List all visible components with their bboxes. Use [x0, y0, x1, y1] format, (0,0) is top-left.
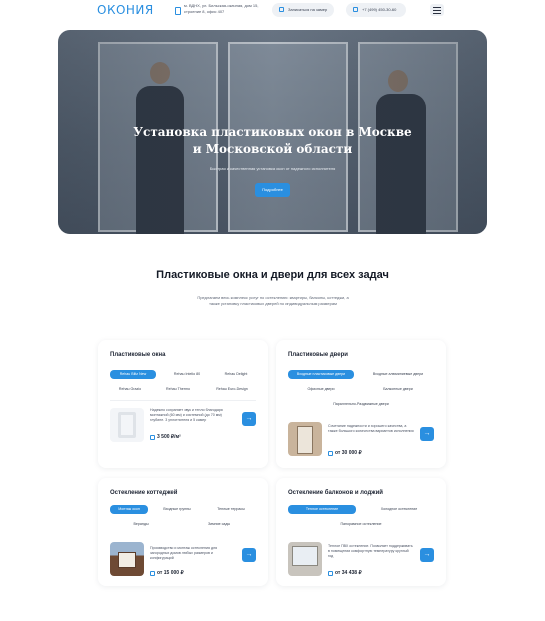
card-balcony-glazing: Остекление балконов и лоджий Теплое осте… [276, 478, 446, 586]
card-description: Сочетание надежности и хорошего качества… [328, 424, 414, 433]
chip-window-installation[interactable]: Монтаж окон [110, 505, 148, 514]
hero-title: Установка пластиковых окон в Москве и Мо… [58, 124, 487, 158]
chip-entrance-groups[interactable]: Входные группы [154, 505, 200, 514]
card-cottage-glazing: Остекление коттеджей Монтаж окон Входные… [98, 478, 268, 586]
card-arrow-button[interactable]: → [420, 548, 434, 562]
hero-title-line-1: Установка пластиковых окон в Москве [133, 125, 412, 139]
card-plastic-windows: Пластиковые окна Rehau Blitz New Rehau I… [98, 340, 268, 468]
chip-rehau-delight[interactable]: Rehau Delight [216, 370, 256, 379]
logo[interactable]: ОКОНИЯ [97, 3, 154, 17]
menu-icon-bar [433, 13, 441, 14]
chip-verandas[interactable]: Веранды [124, 520, 158, 529]
chip-rehau-blitz[interactable]: Rehau Blitz New [110, 370, 156, 379]
callback-button[interactable]: Записаться на замер [272, 3, 334, 17]
card-title: Остекление балконов и лоджий [288, 490, 383, 496]
card-arrow-button[interactable]: → [420, 427, 434, 441]
phone-button[interactable]: +7 (499) 450-30-60 [346, 3, 406, 17]
chip-cold-glazing[interactable]: Холодное остекление [364, 505, 434, 514]
cottage-image [110, 542, 144, 576]
card-title: Пластиковые двери [288, 352, 348, 358]
hero-subtitle: Быстрая и качественная установка окон от… [209, 166, 336, 171]
chip-balcony-doors[interactable]: Балконные двери [372, 385, 424, 394]
callback-label: Записаться на замер [288, 7, 328, 12]
window-profile-image [110, 408, 144, 442]
menu-icon [433, 7, 441, 8]
chip-aluminium-entrance-doors[interactable]: Входные алюминиевые двери [360, 370, 436, 379]
balcony-window-shape [292, 546, 318, 566]
chip-sliding-doors[interactable]: Параллельно-Раздвижные двери [320, 400, 402, 409]
chip-plastic-entrance-doors[interactable]: Входные пластиковые двери [288, 370, 354, 379]
card-description: Производство и монтаж остекления для заг… [150, 546, 218, 560]
section-title: Пластиковые окна и двери для всех задач [156, 269, 389, 281]
hero-more-button[interactable]: Подробнее [255, 183, 290, 197]
hero-title-line-2: и Московской области [192, 142, 353, 156]
card-plastic-doors: Пластиковые двери Входные пластиковые дв… [276, 340, 446, 468]
door-shape [297, 426, 313, 454]
site-header: ОКОНИЯ м. ВДНХ, ул. Бильская-окачная, до… [0, 0, 545, 24]
chip-rehau-thermo[interactable]: Rehau Thermo [156, 385, 200, 394]
chip-rehau-grazio[interactable]: Rehau Grazio [110, 385, 150, 394]
card-arrow-button[interactable]: → [242, 548, 256, 562]
balcony-image [288, 542, 322, 576]
door-image [288, 422, 322, 456]
price-icon [150, 435, 155, 440]
card-description: Надежно сохраняет звук и тепло благодаря… [150, 408, 223, 422]
section-description: Предлагаем весь комплекс услуг по остекл… [197, 295, 349, 306]
window-profile-shape [118, 412, 136, 438]
card-title: Остекление коттеджей [110, 490, 178, 496]
calendar-icon [279, 7, 284, 12]
chip-rehau-euro-design[interactable]: Rehau Euro-Design [206, 385, 258, 394]
card-divider [110, 400, 256, 401]
chip-office-doors[interactable]: Офисные двери [296, 385, 346, 394]
card-price: 3 500 ₽/м² [157, 434, 181, 440]
chip-winter-gardens[interactable]: Зимние сады [196, 520, 242, 529]
card-price: от 30 000 ₽ [335, 450, 362, 456]
location-icon [175, 7, 181, 15]
chip-panoramic-glazing[interactable]: Панорамное остекление [324, 520, 398, 529]
hero-banner: Установка пластиковых окон в Москве и Мо… [58, 30, 487, 234]
phone-icon [353, 7, 358, 12]
card-arrow-button[interactable]: → [242, 412, 256, 426]
phone-label: +7 (499) 450-30-60 [362, 7, 397, 12]
menu-icon-bar [433, 10, 441, 11]
cottage-window-shape [118, 552, 136, 568]
price-icon [328, 571, 333, 576]
chip-warm-terraces[interactable]: Теплые террасы [206, 505, 256, 514]
card-description: Теплое ПВХ остекление. Позволяет поддерж… [328, 544, 413, 558]
card-price: от 15 000 ₽ [157, 570, 184, 576]
card-title: Пластиковые окна [110, 352, 166, 358]
header-address: м. ВДНХ, ул. Бильская-окачная, дом 15, с… [184, 3, 259, 14]
card-price: от 34 438 ₽ [335, 570, 362, 576]
chip-warm-glazing[interactable]: Теплое остекление [288, 505, 356, 514]
price-icon [328, 451, 333, 456]
price-icon [150, 571, 155, 576]
chip-rehau-intelio[interactable]: Rehau Intelio 80 [162, 370, 212, 379]
menu-button[interactable] [430, 4, 444, 16]
